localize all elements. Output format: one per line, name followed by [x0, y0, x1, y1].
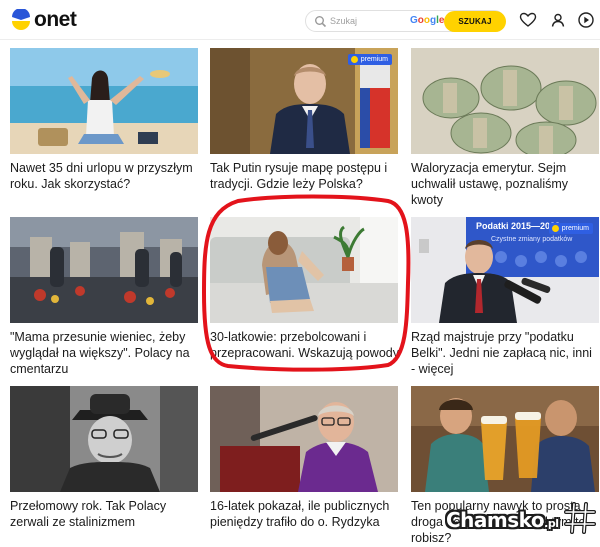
play-icon[interactable] [577, 11, 595, 29]
article-title[interactable]: Nawet 35 dni urlopu w przyszłym roku. Ja… [10, 160, 200, 192]
article-title[interactable]: Waloryzacja emerytur. Sejm uchwalił usta… [411, 160, 591, 208]
premium-badge: premium [347, 54, 392, 65]
onet-logo-icon [10, 8, 32, 31]
article-title[interactable]: Przełomowy rok. Tak Polacy zerwali ze st… [10, 498, 195, 530]
logo-text: onet [34, 8, 77, 31]
article-image-historic-man[interactable] [10, 386, 198, 492]
search-input[interactable] [330, 13, 410, 29]
premium-badge: premium [548, 223, 593, 234]
article-image-money[interactable] [411, 48, 599, 154]
google-label: Google [410, 15, 445, 26]
top-header: onet Google SZUKAJ [0, 0, 600, 40]
watermark-hash-icon [564, 502, 596, 534]
premium-icon [350, 56, 358, 63]
heart-icon[interactable] [519, 11, 537, 29]
article-image-cemetery[interactable] [10, 217, 198, 323]
podatki-overlay-sub: Czystne zmiany podatków [491, 236, 573, 243]
article-image-tired-woman[interactable] [210, 217, 398, 323]
watermark-logo: Chamsko.pl [446, 498, 596, 542]
article-title[interactable]: Tak Putin rysuje mapę postępu i tradycji… [210, 160, 400, 192]
search-button[interactable]: SZUKAJ [444, 11, 506, 32]
article-title[interactable]: "Mama przesunie wieniec, żeby wyglądał n… [10, 329, 195, 377]
watermark-text: Chamsko.pl [446, 508, 559, 532]
article-image-beach[interactable] [10, 48, 198, 154]
article-image-priest[interactable] [210, 386, 398, 492]
article-title[interactable]: Rząd majstruje przy "podatku Belki". Jed… [411, 329, 599, 377]
article-image-minister[interactable]: Podatki 2015—2023 Czystne zmiany podatkó… [411, 217, 599, 323]
podatki-overlay: Podatki 2015—2023 [476, 221, 560, 231]
article-title[interactable]: 16-latek pokazał, ile publicznych pienię… [210, 498, 400, 530]
article-title[interactable]: 30-latkowie: przebolcowani i przepracowa… [210, 329, 400, 361]
premium-icon [551, 225, 559, 232]
onet-logo[interactable]: onet [10, 8, 77, 32]
article-image-beer[interactable] [411, 386, 599, 492]
search-icon [315, 16, 327, 28]
article-image-putin[interactable]: premium [210, 48, 398, 154]
user-icon[interactable] [549, 11, 567, 29]
